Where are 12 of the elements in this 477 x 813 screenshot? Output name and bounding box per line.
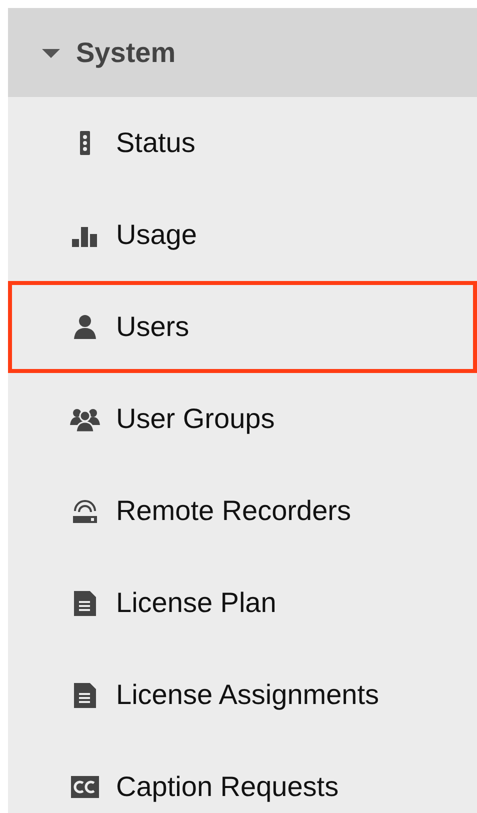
menu-item[interactable]: Usage [8,189,477,281]
menu-item[interactable]: License Assignments [8,649,477,741]
menu-item[interactable]: User Groups [8,373,477,465]
recorder-icon [70,497,100,525]
closed-caption-icon [70,773,100,801]
menu-item[interactable]: Remote Recorders [8,465,477,557]
section-header[interactable]: System [8,8,477,97]
menu-item[interactable]: Users [8,281,477,373]
menu-item[interactable]: Caption Requests [8,741,477,813]
caret-icon [42,46,60,58]
menu-item[interactable]: Status [8,97,477,189]
menu-item[interactable]: License Plan [8,557,477,649]
